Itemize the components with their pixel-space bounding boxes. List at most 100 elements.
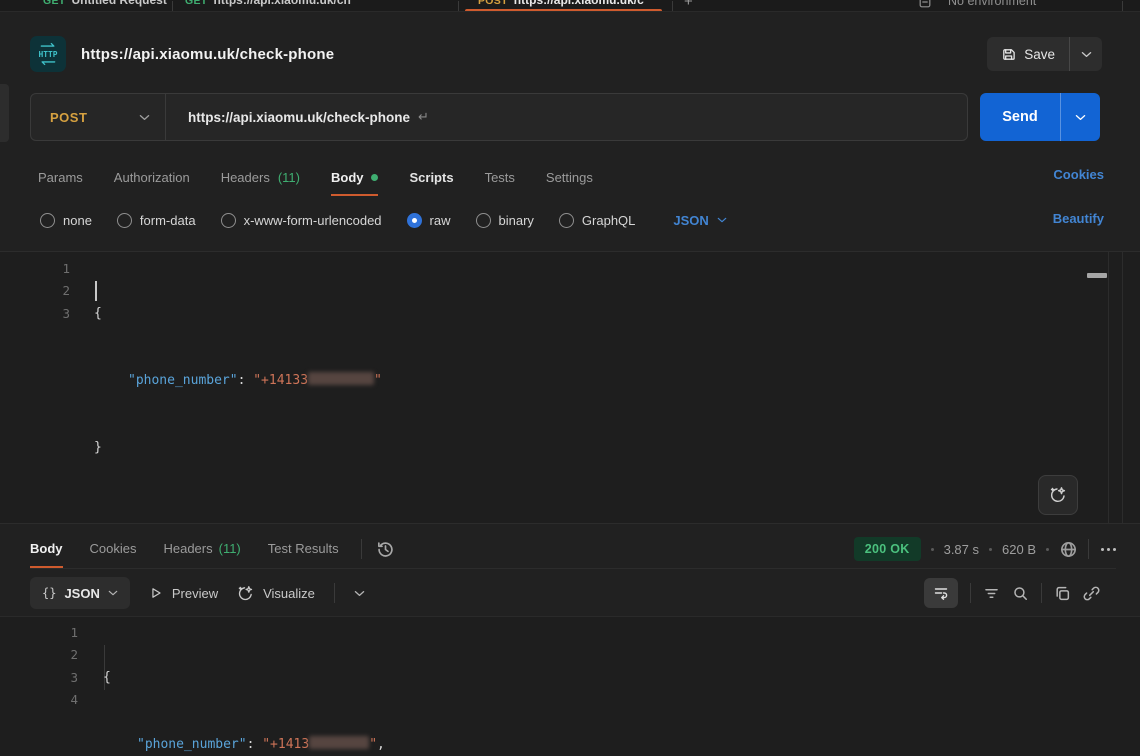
response-tab-headers[interactable]: Headers(11) — [163, 530, 240, 568]
send-button[interactable]: Send — [980, 93, 1060, 141]
response-body-code[interactable]: { "phone_number": "+1413", "status": "可用… — [103, 622, 385, 756]
new-tab-button[interactable]: + — [684, 0, 693, 10]
line-number: 2 — [0, 644, 78, 666]
tab-headers[interactable]: Headers(11) — [221, 158, 300, 196]
request-tab-active[interactable]: POSThttps://api.xiaomu.uk/c — [478, 0, 644, 7]
body-modified-dot — [371, 174, 378, 181]
tab-label: Tests — [485, 170, 515, 185]
line-number: 3 — [0, 303, 70, 325]
line-number-gutter: 1 2 3 4 — [0, 622, 78, 712]
copy-button[interactable] — [1054, 585, 1071, 602]
response-tab-body[interactable]: Body — [30, 530, 63, 568]
save-label: Save — [1024, 47, 1055, 62]
brace-token: { — [103, 670, 111, 685]
status-badge[interactable]: 200 OK — [854, 537, 921, 561]
send-options-button[interactable] — [1061, 93, 1100, 141]
request-tab-1[interactable]: GETUntitled Request — [43, 0, 167, 7]
request-body-editor[interactable]: 1 2 3 { "phone_number": "+14133" } — [0, 251, 1140, 524]
view-options-button[interactable] — [354, 590, 365, 597]
redacted-phone-number — [308, 372, 374, 385]
filter-button[interactable] — [983, 585, 1000, 602]
redacted-phone-number — [309, 736, 369, 749]
link-button[interactable] — [1083, 585, 1100, 602]
tab-settings[interactable]: Settings — [546, 158, 593, 196]
response-history-button[interactable] — [376, 540, 395, 559]
mode-form-data[interactable]: form-data — [117, 213, 196, 228]
more-actions-button[interactable] — [1101, 548, 1116, 551]
mode-raw[interactable]: raw — [407, 213, 451, 228]
tab-scripts[interactable]: Scripts — [409, 158, 453, 196]
preview-label: Preview — [172, 586, 218, 601]
line-number: 1 — [0, 258, 70, 280]
chevron-down-icon — [139, 114, 150, 121]
chevron-down-icon — [354, 590, 365, 597]
radio-icon[interactable] — [40, 213, 55, 228]
enter-hint: ↵ — [418, 109, 429, 125]
url-input[interactable]: https://api.xiaomu.uk/check-phone ↵ — [166, 94, 429, 140]
editor-edge-line — [1108, 252, 1109, 523]
request-title-row: HTTP https://api.xiaomu.uk/check-phone S… — [30, 33, 1102, 75]
format-label: JSON — [64, 586, 99, 601]
radio-selected-icon[interactable] — [407, 213, 422, 228]
language-select[interactable]: JSON — [673, 213, 726, 228]
braces-icon: {} — [42, 586, 56, 600]
network-info-button[interactable] — [1059, 540, 1078, 559]
chevron-down-icon — [108, 590, 118, 596]
chevron-down-icon — [1081, 51, 1092, 58]
tab-label: Headers — [163, 541, 212, 556]
text-cursor — [95, 281, 97, 301]
response-format-select[interactable]: {} JSON — [30, 577, 130, 609]
radio-icon[interactable] — [117, 213, 132, 228]
dot-separator — [931, 548, 934, 551]
search-button[interactable] — [1012, 585, 1029, 602]
chevron-down-icon — [717, 217, 727, 223]
word-wrap-icon — [933, 585, 949, 601]
response-tab-cookies[interactable]: Cookies — [90, 530, 137, 568]
mode-label: form-data — [140, 213, 196, 228]
mode-none[interactable]: none — [40, 213, 92, 228]
mode-graphql[interactable]: GraphQL — [559, 213, 635, 228]
link-icon — [1083, 585, 1100, 602]
divider — [334, 583, 335, 603]
environment-selector[interactable]: No environment — [948, 0, 1036, 8]
tab-params[interactable]: Params — [38, 158, 83, 196]
cookies-link[interactable]: Cookies — [1053, 167, 1104, 182]
method-select[interactable]: POST — [31, 94, 165, 140]
response-time[interactable]: 3.87 s — [944, 542, 979, 557]
tab-label: Cookies — [90, 541, 137, 556]
radio-icon[interactable] — [221, 213, 236, 228]
request-tab-strip: GETUntitled Request GEThttps://api.xiaom… — [0, 0, 1140, 12]
tab-body[interactable]: Body — [331, 158, 379, 196]
radio-icon[interactable] — [559, 213, 574, 228]
string-token: " — [369, 737, 377, 752]
string-token: "+14133 — [253, 373, 308, 388]
code-line: { — [103, 667, 385, 689]
response-toolbar: {} JSON Preview Visualize — [30, 576, 1100, 610]
visualize-button[interactable]: Visualize — [237, 585, 315, 602]
save-options-button[interactable] — [1070, 37, 1102, 71]
request-tab-2[interactable]: GEThttps://api.xiaomu.uk/ch — [185, 0, 351, 7]
request-body-code[interactable]: { "phone_number": "+14133" } — [94, 258, 382, 504]
body-mode-row: none form-data x-www-form-urlencoded raw… — [40, 203, 727, 237]
response-body-editor[interactable]: 1 2 3 4 { "phone_number": "+1413", "stat… — [0, 616, 1140, 756]
tab-label: Body — [331, 170, 364, 185]
response-tab-test-results[interactable]: Test Results — [268, 530, 339, 568]
preview-button[interactable]: Preview — [149, 586, 218, 601]
save-button[interactable]: Save — [987, 37, 1069, 71]
overview-ruler-cursor-mark — [1087, 273, 1107, 278]
divider — [1088, 539, 1089, 559]
mode-x-www-form-urlencoded[interactable]: x-www-form-urlencoded — [221, 213, 382, 228]
radio-icon[interactable] — [476, 213, 491, 228]
tab-authorization[interactable]: Authorization — [114, 158, 190, 196]
tab-label: https://api.xiaomu.uk/ch — [214, 0, 351, 7]
postbot-ai-button[interactable] — [1038, 475, 1078, 515]
active-tab-underline — [465, 9, 662, 12]
tab-tests[interactable]: Tests — [485, 158, 515, 196]
beautify-link[interactable]: Beautify — [1053, 211, 1104, 226]
word-wrap-button[interactable] — [924, 578, 958, 608]
mode-binary[interactable]: binary — [476, 213, 534, 228]
mode-label: binary — [499, 213, 534, 228]
line-number: 2 — [0, 280, 70, 302]
request-title: https://api.xiaomu.uk/check-phone — [81, 46, 334, 63]
response-size[interactable]: 620 B — [1002, 542, 1036, 557]
